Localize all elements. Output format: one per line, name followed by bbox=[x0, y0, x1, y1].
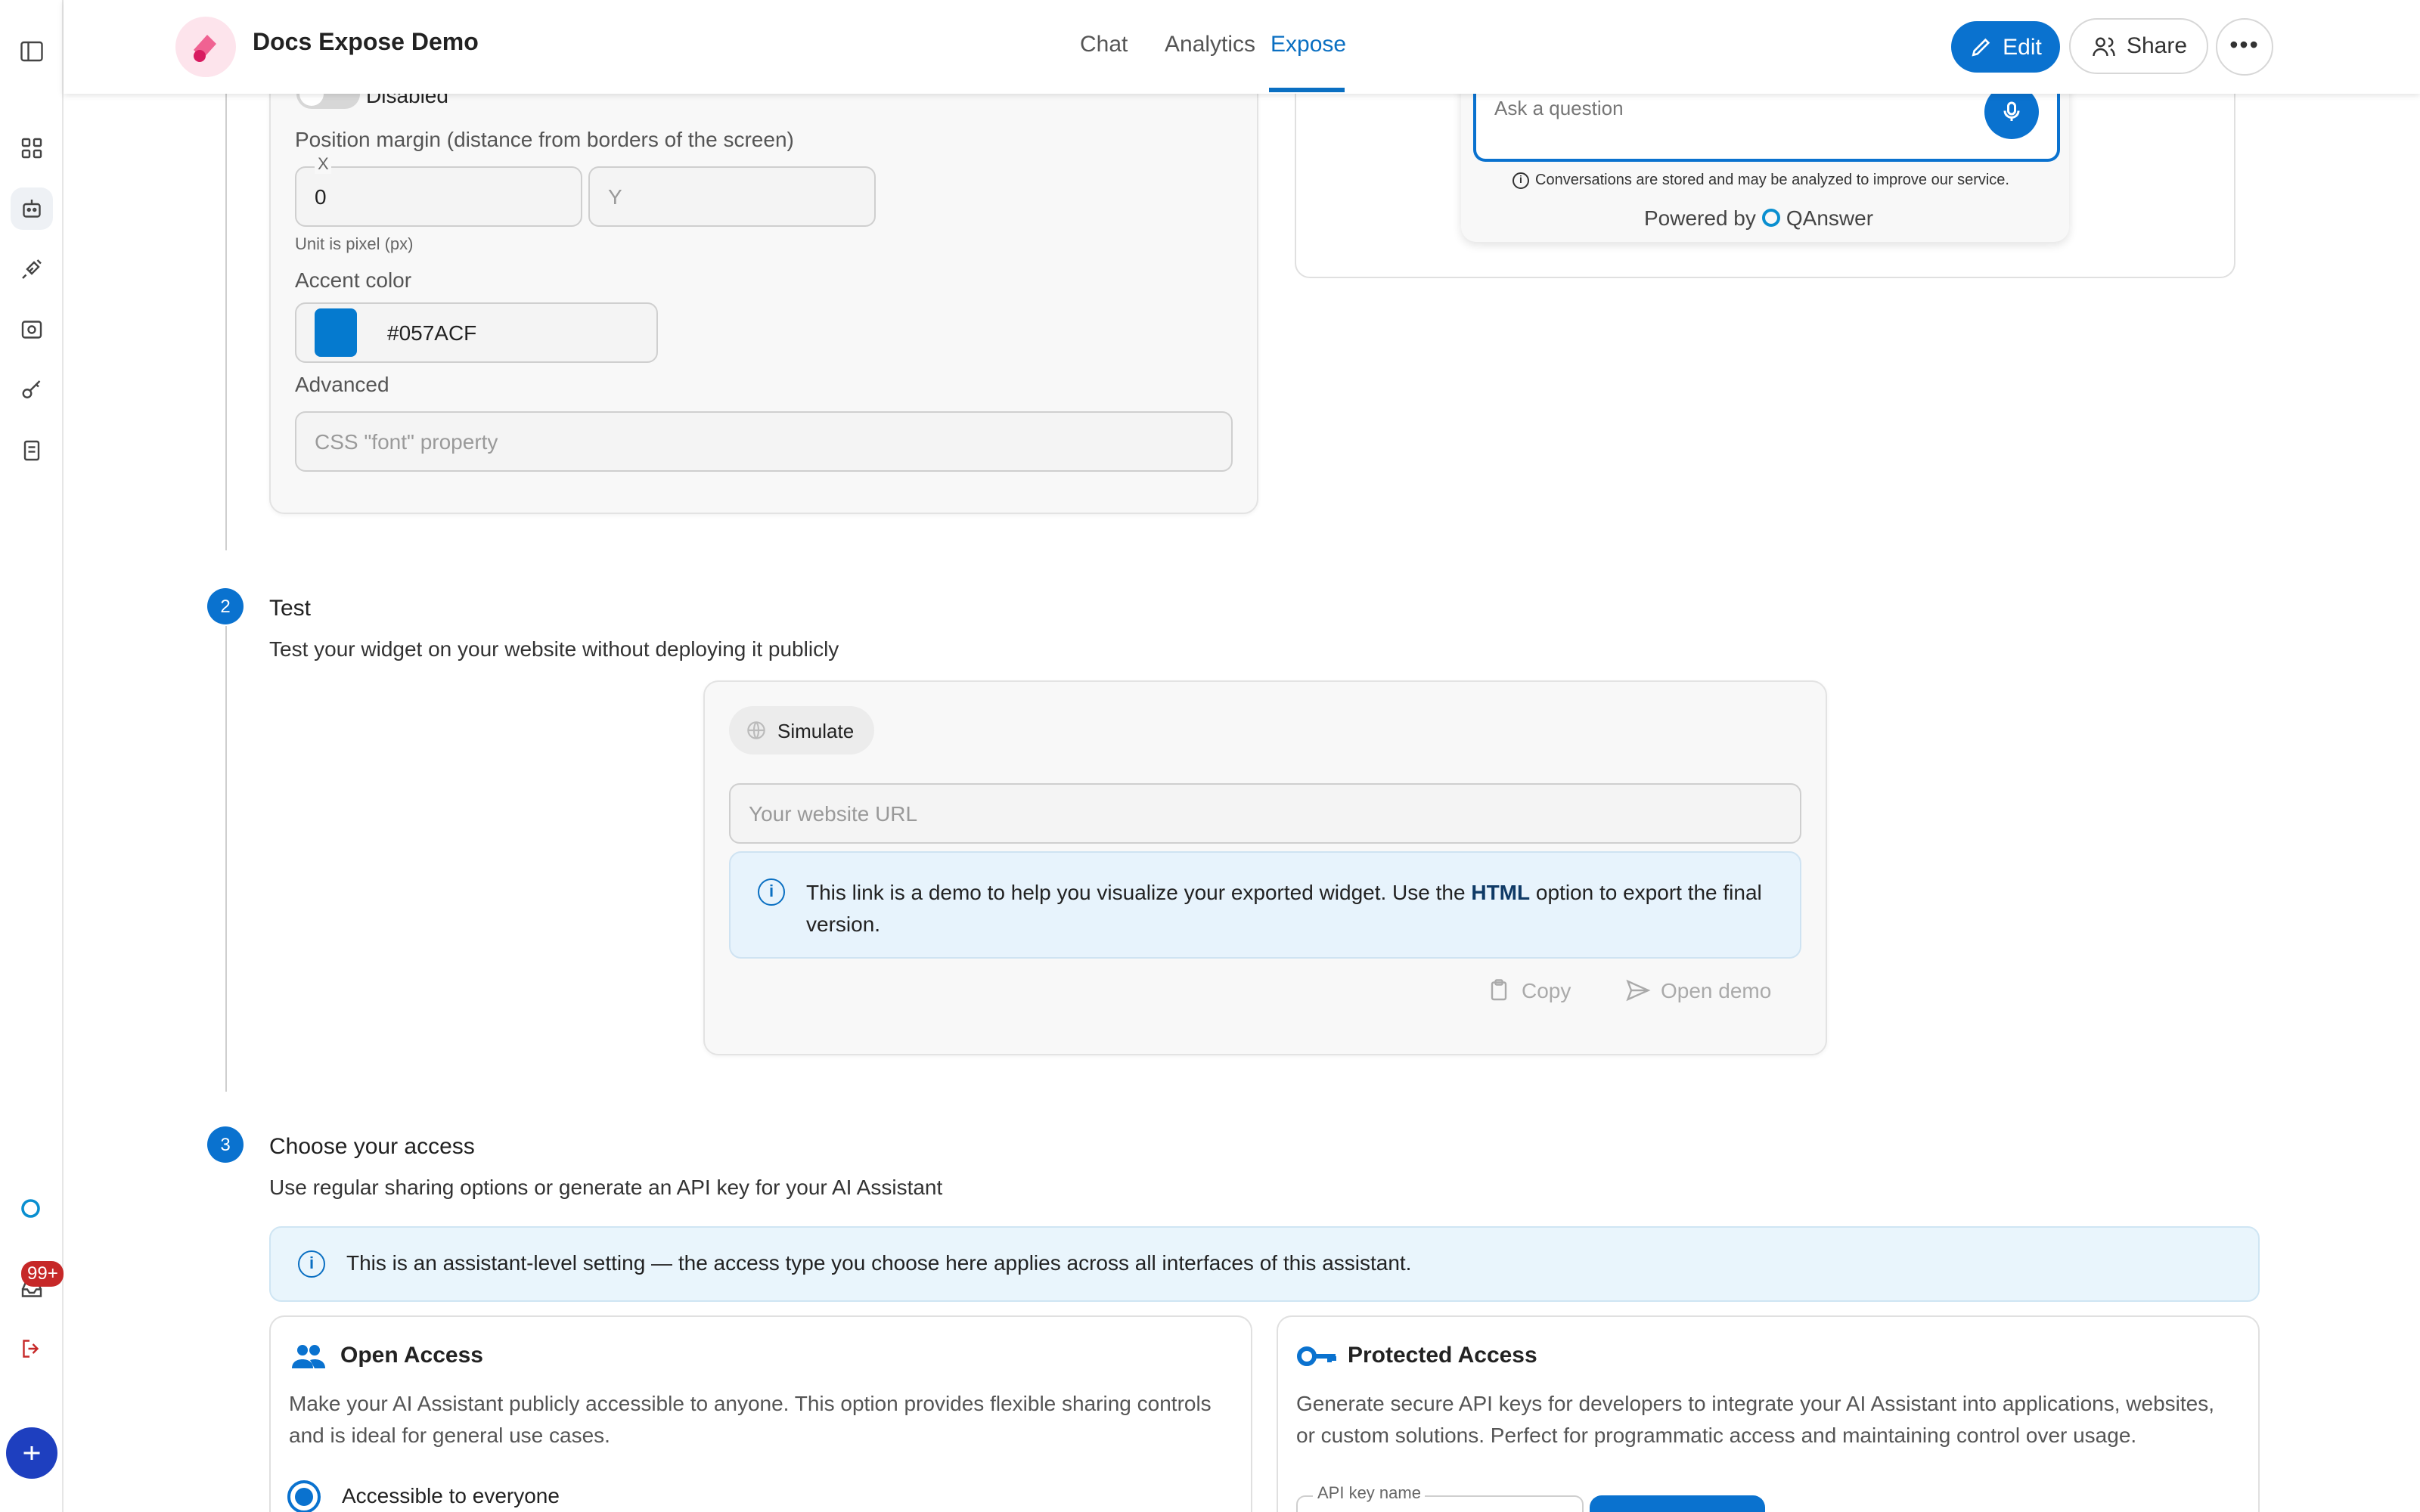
protected-access-title: Protected Access bbox=[1348, 1343, 1537, 1368]
clipboard-icon bbox=[1491, 979, 1507, 1001]
css-font-placeholder: CSS "font" property bbox=[315, 429, 498, 454]
edit-button[interactable]: Edit bbox=[1951, 21, 2060, 73]
tab-chat[interactable]: Chat bbox=[1080, 32, 1128, 57]
qanswer-brand-icon bbox=[1761, 209, 1780, 227]
demo-info-pre: This link is a demo to help you visualiz… bbox=[806, 880, 1472, 904]
key-icon[interactable] bbox=[11, 369, 53, 411]
margin-label: Position margin (distance from borders o… bbox=[295, 127, 794, 151]
margin-x-value: 0 bbox=[315, 184, 327, 209]
step-3-title: Choose your access bbox=[269, 1134, 475, 1160]
unit-hint: Unit is pixel (px) bbox=[295, 236, 414, 254]
step-2-number: 2 bbox=[207, 588, 244, 624]
info-icon: i bbox=[758, 878, 785, 906]
accent-color-swatch[interactable] bbox=[315, 308, 357, 357]
demo-info-box: i This link is a demo to help you visual… bbox=[729, 851, 1801, 959]
app-title: Docs Expose Demo bbox=[253, 30, 479, 56]
css-font-input[interactable]: CSS "font" property bbox=[295, 411, 1233, 472]
privacy-notice: i Conversations are stored and may be an… bbox=[1512, 172, 2009, 189]
edit-label: Edit bbox=[2003, 34, 2042, 60]
users-icon bbox=[290, 1338, 327, 1382]
accessible-everyone-label: Accessible to everyone bbox=[342, 1483, 560, 1507]
top-header: Docs Expose Demo Chat Analytics Expose E… bbox=[64, 0, 2420, 94]
active-tab-indicator bbox=[1269, 88, 1345, 92]
app-logo bbox=[175, 17, 236, 77]
margin-x-label: X bbox=[315, 156, 332, 174]
users-icon bbox=[2093, 36, 2115, 56]
simulate-label: Simulate bbox=[777, 719, 855, 742]
tab-analytics[interactable]: Analytics bbox=[1165, 32, 1255, 57]
step-3-number: 3 bbox=[207, 1126, 244, 1163]
step-3-description: Use regular sharing options or generate … bbox=[269, 1175, 943, 1199]
dashboard-icon[interactable] bbox=[11, 127, 53, 169]
plug-icon[interactable] bbox=[11, 248, 53, 290]
key-icon bbox=[1296, 1341, 1339, 1379]
privacy-notice-text: Conversations are stored and may be anal… bbox=[1535, 172, 2009, 189]
margin-x-input[interactable]: 0 bbox=[295, 166, 582, 227]
logout-icon[interactable] bbox=[11, 1328, 53, 1370]
assistant-bot-icon[interactable] bbox=[11, 187, 53, 230]
document-icon[interactable] bbox=[11, 429, 53, 472]
send-icon bbox=[1626, 979, 1651, 1002]
accent-color-value: #057ACF bbox=[387, 321, 477, 345]
sidebar-toggle-icon[interactable] bbox=[11, 30, 53, 73]
ask-placeholder: Ask a question bbox=[1494, 97, 1624, 119]
more-options-icon[interactable]: ••• bbox=[2216, 18, 2273, 76]
share-button[interactable]: Share bbox=[2069, 18, 2208, 74]
protected-access-description: Generate secure API keys for developers … bbox=[1296, 1391, 2214, 1447]
left-rail: 99+ bbox=[0, 0, 64, 1512]
timeline-line bbox=[225, 626, 227, 1092]
open-demo-label: Open demo bbox=[1661, 978, 1772, 1002]
advanced-label: Advanced bbox=[295, 372, 389, 396]
simulate-chip[interactable]: Simulate bbox=[729, 706, 874, 754]
margin-y-placeholder: Y bbox=[608, 184, 622, 209]
website-url-input[interactable]: Your website URL bbox=[729, 783, 1801, 844]
tab-expose[interactable]: Expose bbox=[1270, 32, 1346, 57]
website-url-placeholder: Your website URL bbox=[749, 801, 918, 826]
notification-badge: 99+ bbox=[21, 1261, 64, 1287]
pencil-icon bbox=[1972, 38, 1990, 57]
accessible-everyone-radio[interactable] bbox=[287, 1480, 321, 1512]
step-2-description: Test your widget on your website without… bbox=[269, 637, 839, 661]
open-access-title: Open Access bbox=[340, 1343, 483, 1368]
accent-color-label: Accent color bbox=[295, 268, 412, 292]
access-info-box: i This is an assistant-level setting — t… bbox=[269, 1226, 2260, 1302]
qanswer-logo-icon[interactable] bbox=[11, 1188, 53, 1231]
powered-by-brand: QAnswer bbox=[1786, 206, 1874, 230]
generate-key-button[interactable] bbox=[1590, 1495, 1765, 1512]
demo-info-text: This link is a demo to help you visualiz… bbox=[806, 877, 1773, 940]
open-access-description: Make your AI Assistant publicly accessib… bbox=[289, 1391, 1212, 1447]
powered-by: Powered by QAnswer bbox=[1644, 206, 1873, 230]
open-demo-button[interactable]: Open demo bbox=[1624, 977, 1771, 1004]
powered-by-label: Powered by bbox=[1644, 206, 1756, 230]
info-icon: i bbox=[298, 1250, 325, 1278]
api-key-name-label: API key name bbox=[1313, 1485, 1426, 1503]
copy-button[interactable]: Copy bbox=[1485, 977, 1571, 1004]
info-icon: i bbox=[1512, 172, 1529, 189]
user-avatar[interactable] bbox=[6, 1427, 57, 1479]
globe-icon bbox=[747, 721, 765, 739]
margin-y-input[interactable]: Y bbox=[588, 166, 876, 227]
access-info-text: This is an assistant-level setting — the… bbox=[346, 1250, 1412, 1275]
share-label: Share bbox=[2126, 33, 2188, 59]
timeline-line bbox=[225, 94, 227, 550]
step-2-title: Test bbox=[269, 596, 312, 621]
scan-icon[interactable] bbox=[11, 308, 53, 351]
accent-color-input[interactable]: #057ACF bbox=[295, 302, 658, 363]
demo-info-bold: HTML bbox=[1471, 880, 1531, 904]
copy-label: Copy bbox=[1522, 978, 1571, 1002]
